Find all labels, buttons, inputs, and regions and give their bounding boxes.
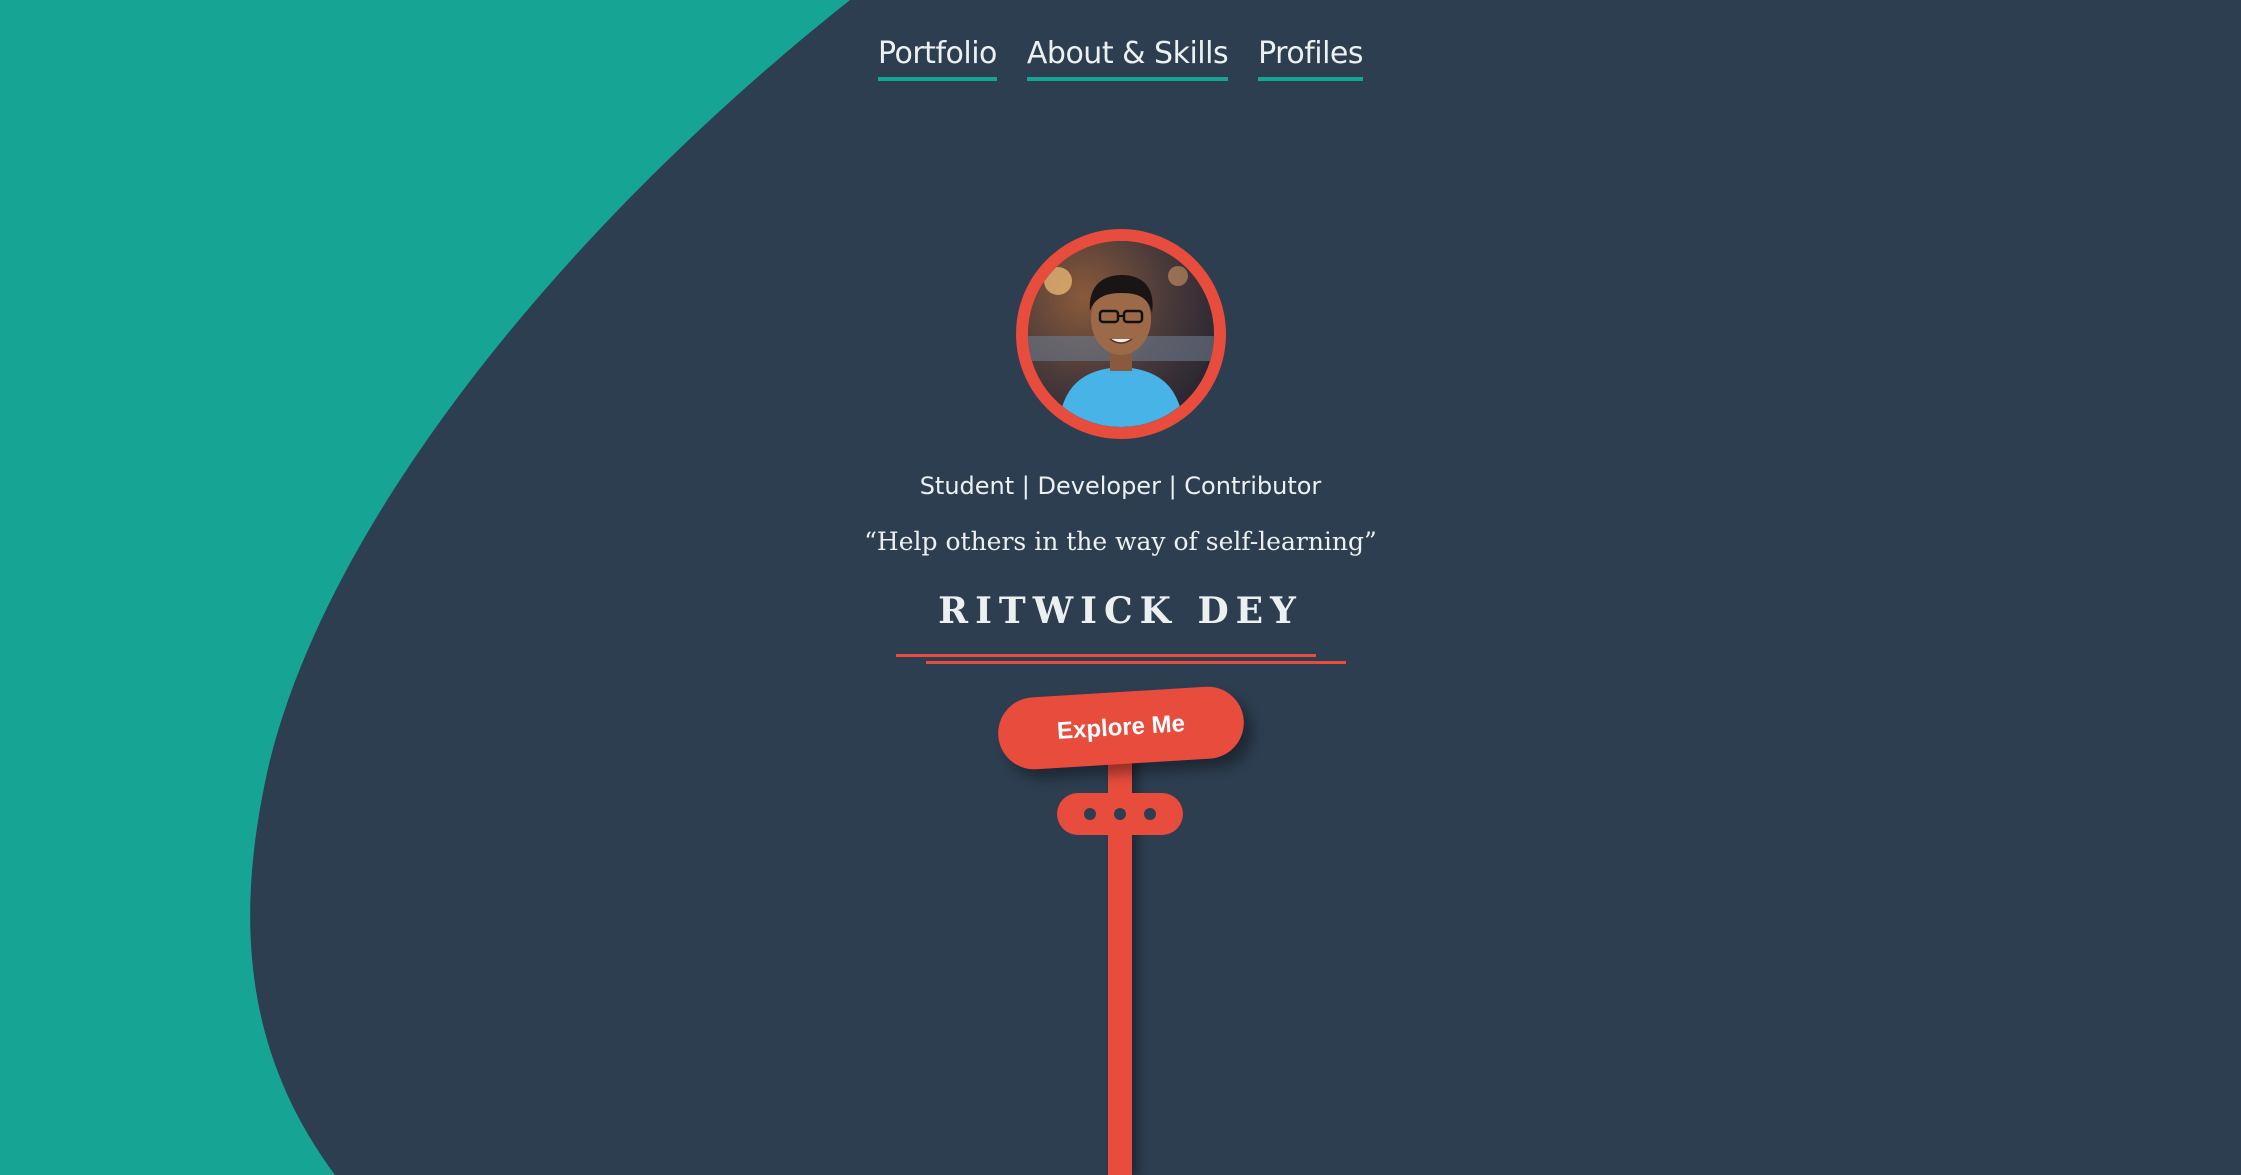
nav-link-portfolio[interactable]: Portfolio (877, 36, 997, 81)
quote-text: “Help others in the way of self-learning… (864, 527, 1377, 556)
dot (1114, 808, 1126, 820)
profile-photo-icon (1028, 241, 1214, 427)
dot (1084, 808, 1096, 820)
three-dots-icon (1057, 793, 1183, 835)
explore-me-button[interactable]: Explore Me (996, 684, 1246, 772)
top-navigation: Portfolio About & Skills Profiles (0, 36, 2241, 81)
avatar (1016, 229, 1226, 439)
dot (1144, 808, 1156, 820)
roles-tagline: Student | Developer | Contributor (919, 472, 1322, 500)
name-underline (926, 661, 1346, 664)
name-underline (896, 654, 1316, 657)
page: Portfolio About & Skills Profiles Studen… (0, 0, 2241, 1175)
nav-link-profiles[interactable]: Profiles (1258, 36, 1364, 81)
nav-link-about-skills[interactable]: About & Skills (1026, 36, 1229, 81)
owner-name: RITWICK DEY (938, 590, 1303, 632)
